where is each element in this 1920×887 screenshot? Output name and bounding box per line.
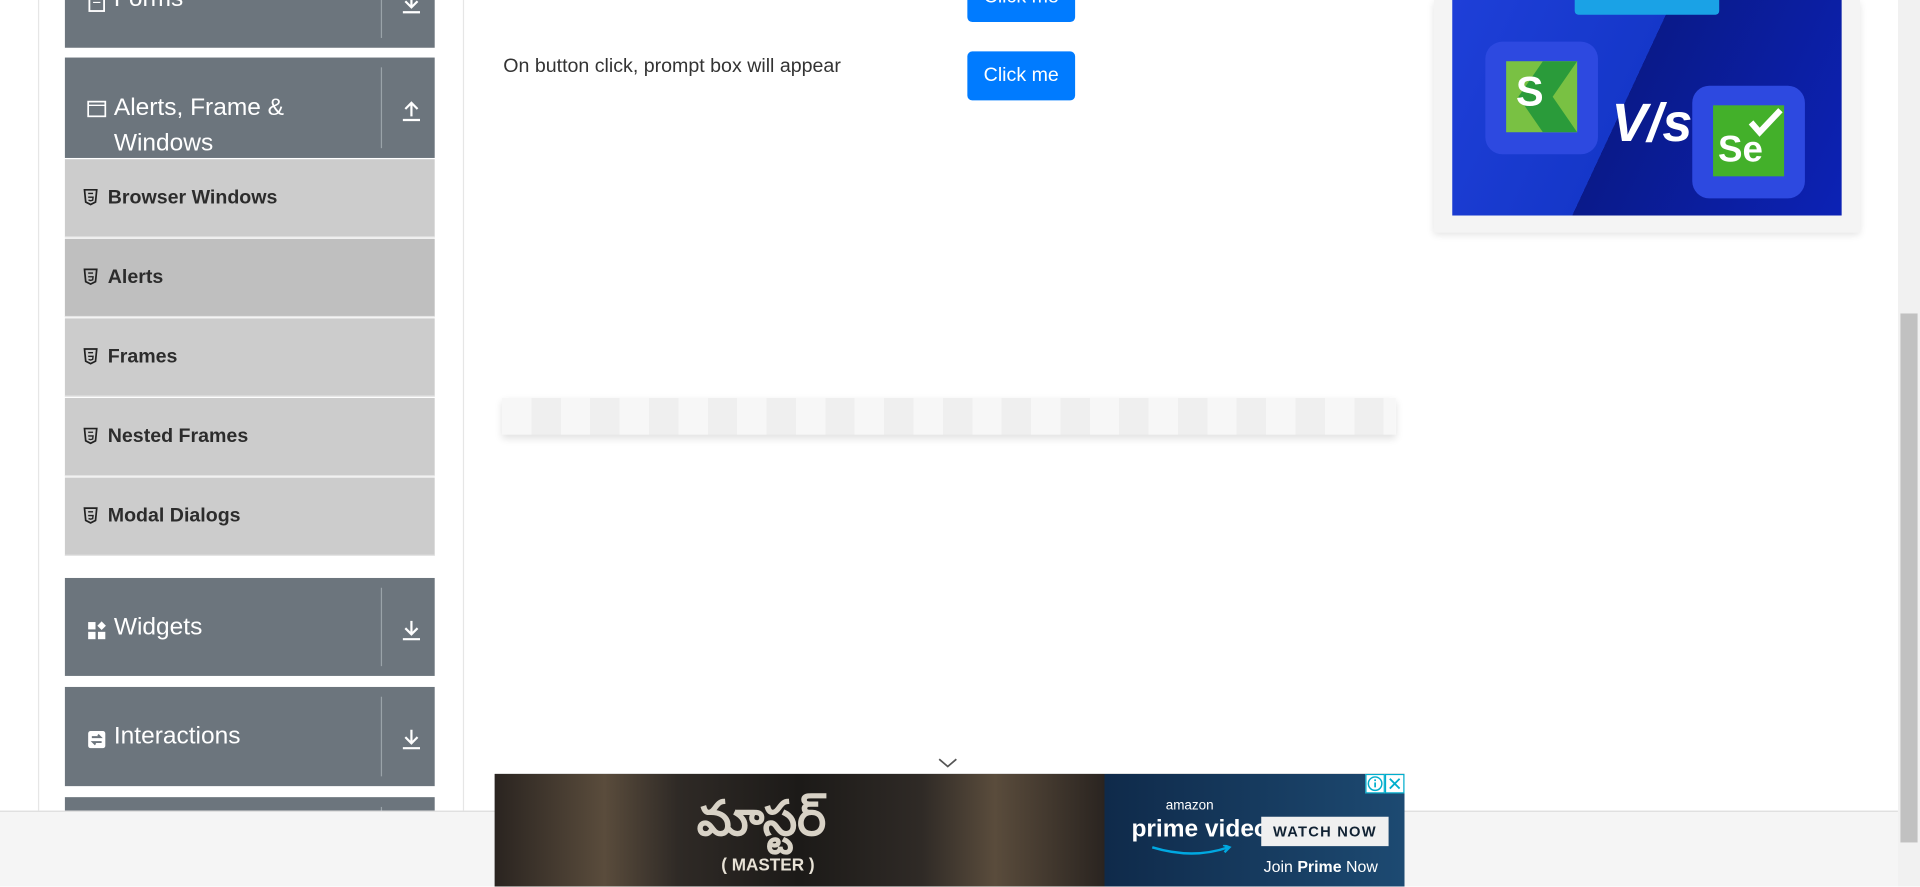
join-bold: Prime [1297,857,1342,876]
sidebar-item-alerts[interactable]: Alerts [64,238,435,318]
movie-subtitle-text: ( MASTER ) [721,854,815,875]
sidebar-item-label: Frames [107,346,178,368]
interactions-icon [88,731,106,749]
movie-title-text: మాస్టర్ [696,791,827,848]
join-suffix: Now [1341,857,1378,876]
watch-now-button[interactable]: WATCH NOW [1261,816,1389,847]
sidebar-item-label: Browser Windows [107,187,278,209]
info-icon [1367,776,1383,792]
chevron-down-icon[interactable] [937,756,959,771]
sidebar-item-label: Nested Frames [107,426,249,447]
sidebar-item-frames[interactable]: Frames [64,318,435,397]
sidebar-group-forms[interactable]: Forms [64,0,435,48]
ad-close-icon[interactable] [1384,773,1405,794]
divider [380,587,383,667]
download-arrow-icon[interactable] [398,726,425,753]
html5-icon [83,507,98,524]
sidebar-item-browser-windows[interactable]: Browser Windows [64,159,435,238]
prompt-row-text: On button click, prompt box will appear [503,56,841,78]
sidebar-item-label: Modal Dialogs [107,505,241,527]
amazon-text: amazon [1165,798,1214,814]
s-logo-icon: S [1506,61,1578,133]
html5-icon [83,268,98,286]
logo-s-text: S [1515,68,1544,116]
window-icon [87,100,107,118]
logo-tile-s: S [1485,41,1598,155]
html5-icon [83,348,98,365]
download-arrow-icon[interactable] [398,0,425,17]
ad-placeholder-strip [502,397,1396,435]
sidebar-group-widgets[interactable]: Widgets [64,577,435,676]
scrollbar-thumb[interactable] [1900,313,1918,843]
sidebar-item-label: Alerts [107,266,164,288]
ad-info-icon[interactable] [1365,773,1385,794]
widgets-icon [88,621,106,640]
divider [380,696,383,777]
logo-tile-se: Se [1692,85,1805,199]
divider [380,67,383,149]
sidebar-group-label-line1: Alerts, Frame & [113,94,284,122]
html5-icon [83,188,98,206]
prime-video-logo-text: prime video [1131,815,1269,843]
sidebar-group-label: Widgets [113,613,203,641]
amazon-smile-icon [1151,844,1232,855]
sidebar-item-nested-frames[interactable]: Nested Frames [64,397,435,477]
divider [380,0,383,38]
vs-text: V/s [1611,93,1693,154]
sidebar-group-alerts-frame-windows[interactable]: Alerts, Frame & Windows [64,57,435,158]
confirm-button[interactable]: Click me [967,0,1076,23]
sidebar-item-modal-dialogs[interactable]: Modal Dialogs [64,477,435,556]
join-prime-text: Join Prime Now [1264,857,1378,875]
sidebar-group-label: Forms [114,0,183,17]
html5-icon [83,427,98,445]
upload-arrow-icon[interactable] [398,97,425,124]
form-icon [88,0,106,12]
close-icon [1389,778,1401,790]
prompt-button[interactable]: Click me [967,51,1076,101]
sidebar-group-interactions[interactable]: Interactions [64,686,435,787]
logo-se-text: Se [1717,129,1763,171]
join-prefix: Join [1263,857,1298,876]
download-arrow-icon[interactable] [398,617,425,644]
se-logo-icon: Se [1713,105,1785,177]
right-ad-image[interactable]: S V/s Se [1452,0,1842,216]
ad-cta-button[interactable] [1574,0,1720,15]
sidebar-group-label: Interactions [113,722,241,750]
sidebar-group-label-line2: Windows [113,129,214,157]
bottom-ad-banner[interactable]: మాస్టర్ ( MASTER ) amazon prime video WA… [494,773,1405,887]
